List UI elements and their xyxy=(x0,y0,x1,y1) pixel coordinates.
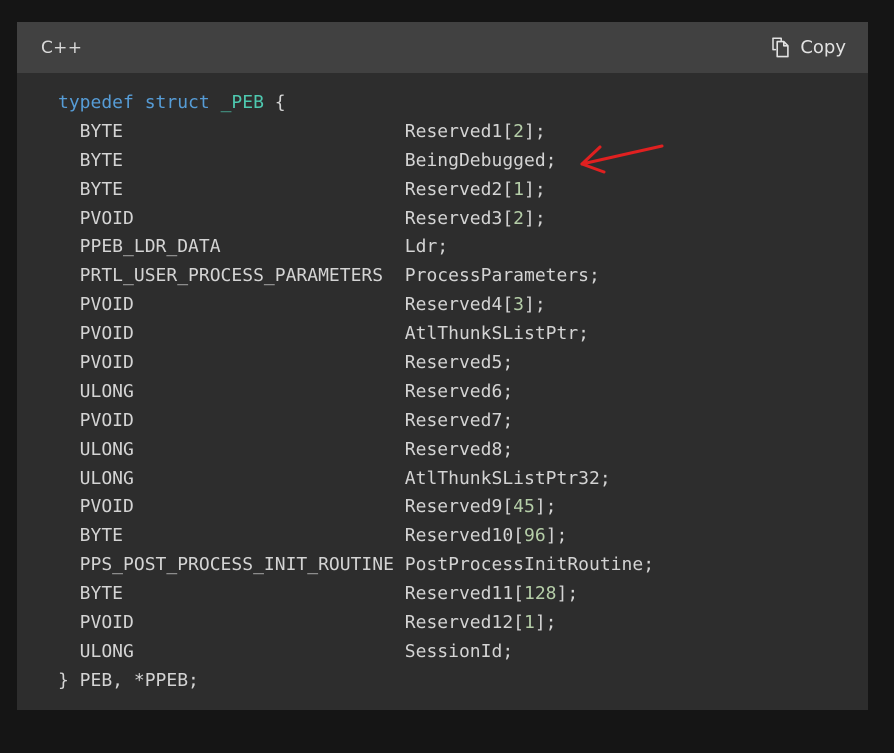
code-token: PVOID Reserved7; xyxy=(58,409,514,431)
code-token: BYTE Reserved1[ xyxy=(58,120,514,142)
code-line: PVOID Reserved3[2]; xyxy=(58,205,868,234)
code-token: BYTE Reserved10[ xyxy=(58,525,524,547)
code-token: BYTE Reserved2[ xyxy=(58,178,514,200)
code-line: BYTE Reserved1[2]; xyxy=(58,118,868,147)
code-token: PRTL_USER_PROCESS_PARAMETERS ProcessPara… xyxy=(58,265,600,287)
code-token: _PEB xyxy=(220,92,264,113)
code-token: ULONG Reserved6; xyxy=(58,380,514,402)
code-token: struct xyxy=(144,92,221,113)
code-token: ]; xyxy=(545,525,568,547)
code-token: } PEB, *PPEB; xyxy=(58,669,199,691)
code-line: PVOID Reserved4[3]; xyxy=(58,291,868,320)
code-token: { xyxy=(263,92,286,113)
code-line: PVOID Reserved7; xyxy=(58,407,868,436)
code-token: PVOID Reserved9[ xyxy=(58,496,514,518)
code-line: PVOID AtlThunkSListPtr; xyxy=(58,320,868,349)
copy-button-label: Copy xyxy=(800,37,846,58)
code-token: PVOID AtlThunkSListPtr; xyxy=(58,323,590,345)
code-token: 128 xyxy=(524,583,557,605)
code-line: PPS_POST_PROCESS_INIT_ROUTINE PostProces… xyxy=(58,551,868,580)
code-token: PVOID Reserved4[ xyxy=(58,294,514,316)
code-line: PPEB_LDR_DATA Ldr; xyxy=(58,233,868,262)
code-token: ULONG Reserved8; xyxy=(58,438,514,460)
code-token: ]; xyxy=(524,120,546,142)
code-line: PVOID Reserved12[1]; xyxy=(58,609,868,638)
code-token: 2 xyxy=(513,207,524,229)
code-token: typedef xyxy=(58,92,145,113)
code-token: 1 xyxy=(524,612,535,634)
code-token: 2 xyxy=(513,120,524,142)
code-token: ]; xyxy=(534,496,557,518)
code-token: ULONG AtlThunkSListPtr32; xyxy=(58,467,611,489)
code-token: ]; xyxy=(556,583,579,605)
code-block-header: C++ Copy xyxy=(17,22,868,73)
code-line: PRTL_USER_PROCESS_PARAMETERS ProcessPara… xyxy=(58,262,868,291)
code-block-panel: C++ Copy typedef struct _PEB { BYTE Rese… xyxy=(17,22,868,710)
code-content[interactable]: typedef struct _PEB { BYTE Reserved1[2];… xyxy=(17,89,868,696)
copy-documents-icon xyxy=(771,37,791,58)
code-line: BYTE Reserved2[1]; xyxy=(58,176,868,205)
code-body[interactable]: typedef struct _PEB { BYTE Reserved1[2];… xyxy=(17,73,868,710)
code-token: BYTE Reserved11[ xyxy=(58,583,524,605)
code-token: BYTE BeingDebugged; xyxy=(58,149,557,171)
code-token: PVOID Reserved3[ xyxy=(58,207,514,229)
copy-button[interactable]: Copy xyxy=(771,37,846,58)
code-line: typedef struct _PEB { xyxy=(58,89,868,118)
code-token: PVOID Reserved12[ xyxy=(58,612,524,634)
code-token: 1 xyxy=(513,178,524,200)
code-token: 45 xyxy=(513,496,535,518)
code-token: ULONG SessionId; xyxy=(58,640,514,662)
language-label: C++ xyxy=(41,37,83,58)
code-token: PVOID Reserved5; xyxy=(58,352,514,374)
code-line: BYTE Reserved11[128]; xyxy=(58,580,868,609)
code-token: 96 xyxy=(524,525,546,547)
code-line: PVOID Reserved5; xyxy=(58,349,868,378)
code-line: ULONG Reserved6; xyxy=(58,378,868,407)
code-token: PPEB_LDR_DATA Ldr; xyxy=(58,236,449,258)
code-token: ]; xyxy=(524,207,546,229)
code-token: PPS_POST_PROCESS_INIT_ROUTINE PostProces… xyxy=(58,554,655,576)
code-line: ULONG SessionId; xyxy=(58,638,868,667)
code-line: BYTE BeingDebugged; xyxy=(58,147,868,176)
code-token: 3 xyxy=(513,294,524,316)
code-token: ]; xyxy=(524,178,546,200)
code-line: ULONG AtlThunkSListPtr32; xyxy=(58,465,868,494)
page-root: C++ Copy typedef struct _PEB { BYTE Rese… xyxy=(0,0,894,753)
code-line: BYTE Reserved10[96]; xyxy=(58,522,868,551)
code-line: } PEB, *PPEB; xyxy=(58,667,868,696)
code-line: PVOID Reserved9[45]; xyxy=(58,493,868,522)
code-token: ]; xyxy=(524,294,546,316)
code-line: ULONG Reserved8; xyxy=(58,436,868,465)
code-token: ]; xyxy=(534,612,557,634)
